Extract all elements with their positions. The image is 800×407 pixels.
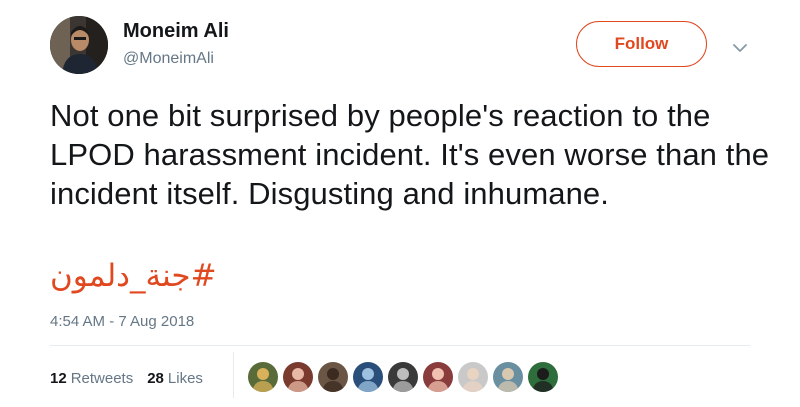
liker-avatar-3[interactable] (317, 361, 349, 393)
liker-avatar-8[interactable] (492, 361, 524, 393)
liker-avatar-2[interactable] (282, 361, 314, 393)
author-handle[interactable]: @MoneimAli (123, 50, 214, 68)
retweets-count: 12 (50, 370, 67, 387)
tweet-text: Not one bit surprised by people's reacti… (50, 98, 770, 211)
author-display-name[interactable]: Moneim Ali (123, 20, 229, 43)
likes-count: 28 (147, 370, 164, 387)
retweets-stat[interactable]: 12 Retweets (50, 370, 133, 387)
stats-separator (233, 352, 234, 398)
liker-avatar-5[interactable] (387, 361, 419, 393)
divider (50, 345, 750, 346)
retweets-label: Retweets (70, 370, 134, 387)
liker-avatar-6[interactable] (422, 361, 454, 393)
hashtag-link[interactable]: #جنة_دلمون (50, 256, 217, 296)
tweet-timestamp[interactable]: 4:54 AM - 7 Aug 2018 (50, 313, 194, 330)
liker-avatar-4[interactable] (352, 361, 384, 393)
liker-avatar-7[interactable] (457, 361, 489, 393)
follow-button[interactable]: Follow (576, 21, 707, 67)
liker-avatar-1[interactable] (247, 361, 279, 393)
likes-label: Likes (167, 370, 203, 387)
tweet-stats: 12 Retweets 28 Likes (50, 370, 203, 387)
likes-stat[interactable]: 28 Likes (147, 370, 203, 387)
liker-avatars (247, 361, 559, 393)
liker-avatar-9[interactable] (527, 361, 559, 393)
author-avatar[interactable] (50, 16, 108, 74)
chevron-down-icon[interactable] (728, 36, 752, 60)
